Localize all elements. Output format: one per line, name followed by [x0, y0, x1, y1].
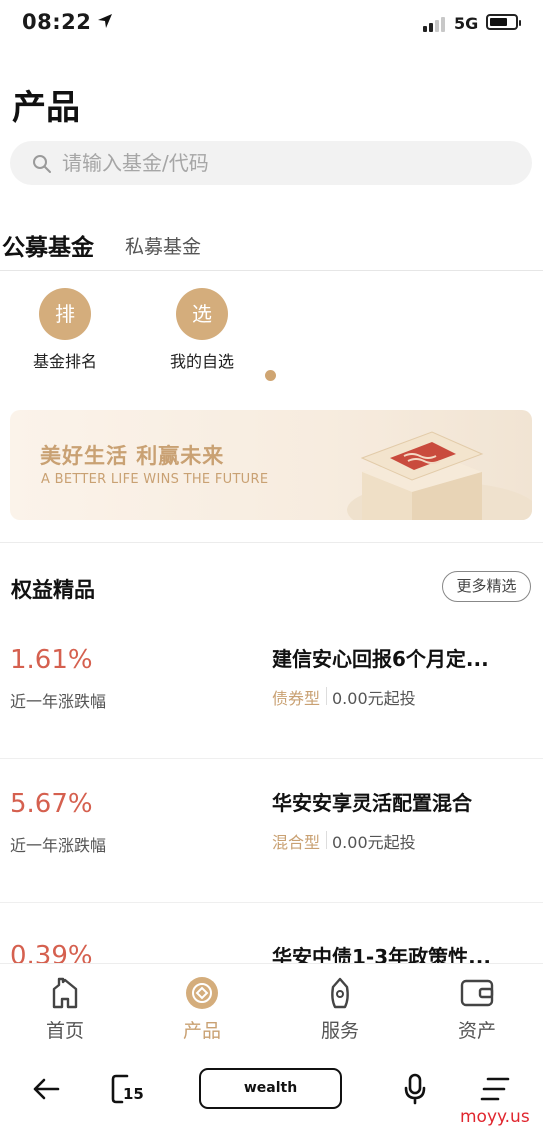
fund-type-badge: 债券型: [272, 689, 321, 708]
tab-home[interactable]: 首页: [25, 976, 105, 1043]
tab-service[interactable]: 服务: [300, 976, 380, 1043]
back-arrow-icon[interactable]: [32, 1077, 60, 1105]
page-title: 产品: [12, 88, 80, 128]
more-picks-button[interactable]: 更多精选: [442, 571, 531, 602]
product-icon: [162, 976, 242, 1010]
tabs-divider: [0, 270, 543, 271]
tab-label: 首页: [45, 1020, 84, 1042]
fund-meta-divider: [326, 831, 327, 849]
quick-action-fund-ranking[interactable]: 排 基金排名: [20, 288, 110, 372]
fund-return-label: 近一年涨跌幅: [10, 692, 107, 711]
home-icon: [25, 976, 105, 1010]
fund-type-badge: 混合型: [272, 833, 321, 852]
fund-name: 华安安享灵活配置混合: [272, 791, 472, 815]
fund-item[interactable]: 5.67% 近一年涨跌幅 华安安享灵活配置混合 混合型 0.00元起投: [0, 759, 543, 903]
tab-public-fund[interactable]: 公募基金: [2, 228, 94, 262]
bottom-tab-bar: 首页 产品 服务 资产: [0, 963, 543, 1045]
location-arrow-icon: [97, 13, 113, 33]
watermark: moyy.us: [460, 1107, 530, 1127]
fund-return-rate: 5.67%: [10, 789, 93, 819]
fund-return-rate: 1.61%: [10, 645, 93, 675]
fund-min-invest: 0.00元起投: [332, 689, 416, 708]
service-icon: [300, 976, 380, 1010]
network-type: 5G: [454, 14, 479, 33]
tab-private-fund[interactable]: 私募基金: [125, 232, 201, 259]
banner-title: 美好生活 利赢未来: [40, 444, 225, 468]
fund-item[interactable]: 0.39% 华安中债1-3年政策性...: [0, 903, 543, 963]
fund-name: 建信安心回报6个月定...: [272, 647, 489, 671]
watchlist-icon: 选: [176, 288, 228, 340]
fund-return-label: 近一年涨跌幅: [10, 836, 107, 855]
section-divider: [0, 542, 543, 543]
search-input[interactable]: [62, 141, 512, 185]
ranking-icon: 排: [39, 288, 91, 340]
menu-lines-icon[interactable]: [480, 1076, 510, 1106]
quick-action-label: 基金排名: [32, 352, 97, 371]
gift-box-illustration-icon: [347, 431, 532, 520]
open-tabs-count: 15: [123, 1085, 144, 1103]
fund-type-tabs: 公募基金 私募基金: [0, 228, 543, 270]
tab-label: 服务: [320, 1020, 359, 1042]
search-bar[interactable]: [10, 141, 532, 185]
section-title: 权益精品: [11, 578, 95, 602]
signal-strength-icon: [423, 16, 447, 32]
fund-item[interactable]: 1.61% 近一年涨跌幅 建信安心回报6个月定... 债券型 0.00元起投: [0, 615, 543, 759]
tab-label: 资产: [457, 1020, 496, 1042]
battery-icon: [486, 14, 521, 30]
quick-action-label: 我的自选: [169, 352, 234, 371]
tab-product[interactable]: 产品: [162, 976, 242, 1043]
microphone-icon[interactable]: [403, 1073, 427, 1109]
tab-assets[interactable]: 资产: [437, 976, 517, 1043]
quick-action-my-watchlist[interactable]: 选 我的自选: [157, 288, 247, 372]
promo-banner[interactable]: 美好生活 利赢未来 A BETTER LIFE WINS THE FUTURE: [10, 410, 532, 520]
carousel-page-indicator: [265, 370, 276, 381]
tab-label: 产品: [182, 1020, 221, 1042]
status-bar: 08:22 5G: [0, 0, 543, 48]
fund-meta-divider: [326, 687, 327, 705]
banner-subtitle: A BETTER LIFE WINS THE FUTURE: [41, 472, 269, 487]
wallet-icon: [437, 976, 517, 1010]
search-icon: [33, 155, 51, 173]
fund-name: 华安中债1-3年政策性...: [272, 945, 491, 963]
fund-return-rate: 0.39%: [10, 941, 93, 963]
status-time: 08:22: [22, 10, 92, 34]
tabs-switcher-button[interactable]: 15: [110, 1073, 144, 1109]
fund-min-invest: 0.00元起投: [332, 833, 416, 852]
url-bar[interactable]: wealth: [199, 1068, 342, 1109]
